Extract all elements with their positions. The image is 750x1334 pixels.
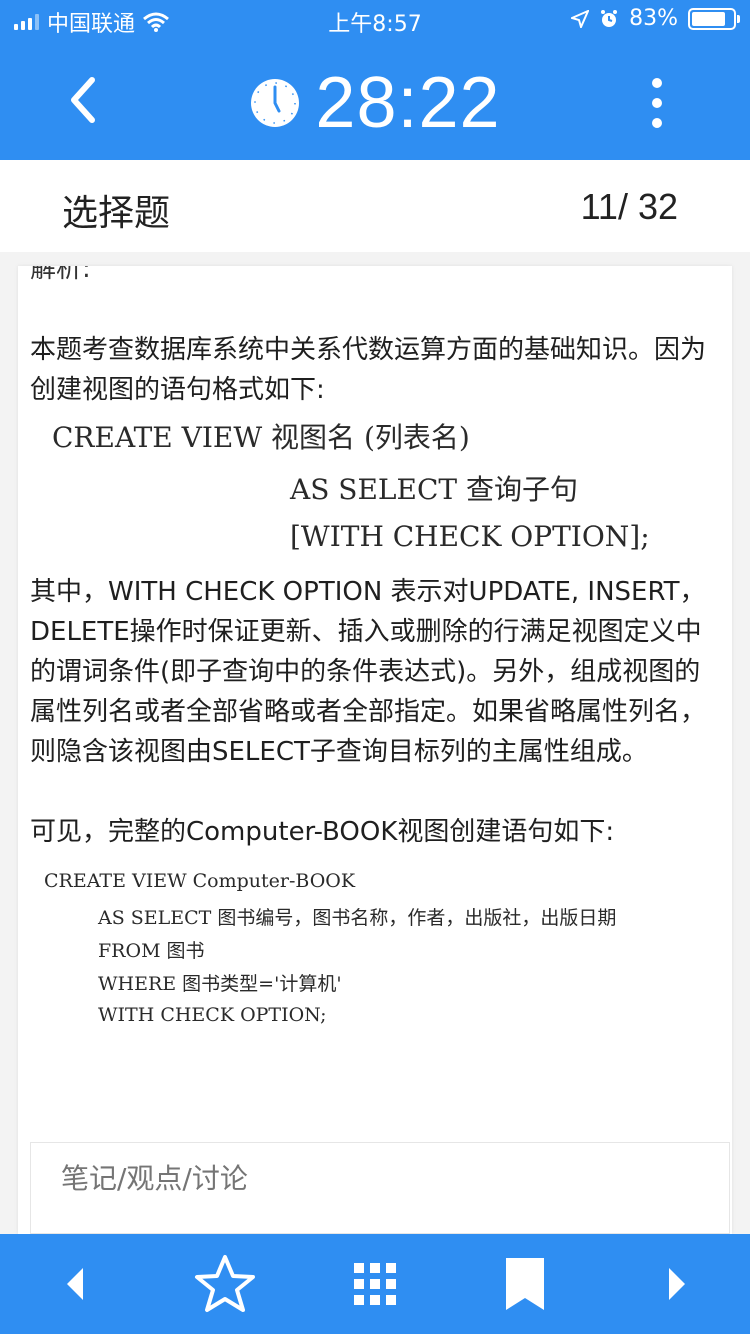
triangle-right-icon <box>669 1268 685 1300</box>
question-counter: 11/ 32 <box>580 186 678 227</box>
bookmark-icon <box>506 1258 544 1310</box>
status-bar: 中国联通 上午8:57 83% <box>0 0 750 40</box>
question-grid-button[interactable] <box>350 1234 400 1334</box>
analysis-paragraph-1: 本题考查数据库系统中关系代数运算方面的基础知识。因为创建视图的语句格式如下: <box>30 335 707 405</box>
example-line-5: WITH CHECK OPTION; <box>98 1004 327 1026</box>
battery-icon <box>688 7 740 30</box>
analysis-paragraph-2: 其中，WITH CHECK OPTION 表示对UPDATE, INSERT，D… <box>30 577 707 767</box>
favorite-button[interactable] <box>190 1234 260 1334</box>
example-line-4: WHERE 图书类型='计算机' <box>98 973 342 995</box>
more-options-button[interactable] <box>642 78 672 128</box>
triangle-left-icon <box>67 1268 83 1300</box>
prev-button[interactable] <box>50 1234 100 1334</box>
notes-box <box>30 1142 730 1234</box>
example-line-3: FROM 图书 <box>98 940 205 962</box>
battery-fill <box>692 11 726 26</box>
location-icon <box>571 9 590 28</box>
grid-icon <box>354 1263 396 1305</box>
clock-icon <box>251 79 300 127</box>
top-bar: 中国联通 上午8:57 83% 28:22 <box>0 0 750 160</box>
syntax-line-1: CREATE VIEW 视图名 (列表名) <box>52 421 470 454</box>
example-line-2: AS SELECT 图书编号，图书名称，作者，出版社，出版日期 <box>98 907 617 929</box>
nav-bar: 28:22 <box>0 40 750 160</box>
notes-input[interactable] <box>31 1143 729 1213</box>
timer-text: 28:22 <box>315 63 501 143</box>
star-icon <box>195 1255 255 1312</box>
analysis-paragraph-3: 可见，完整的Computer-BOOK视图创建语句如下: <box>30 817 615 847</box>
question-header: 选择题 11/ 32 <box>0 160 750 252</box>
syntax-line-2: AS SELECT 查询子句 <box>290 473 578 506</box>
more-vertical-icon <box>652 78 662 88</box>
question-type: 选择题 <box>62 193 171 234</box>
syntax-line-3: [WITH CHECK OPTION]; <box>290 520 650 553</box>
battery-percent: 83% <box>629 6 678 31</box>
analysis-label: 解析: <box>30 266 91 284</box>
status-right: 83% <box>571 6 740 31</box>
bottom-bar <box>0 1234 750 1334</box>
bookmark-button[interactable] <box>500 1234 550 1334</box>
analysis-card: 解析: 本题考查数据库系统中关系代数运算方面的基础知识。因为创建视图的语句格式如… <box>18 266 732 1234</box>
next-button[interactable] <box>652 1234 702 1334</box>
timer: 28:22 <box>0 62 750 144</box>
example-line-1: CREATE VIEW Computer-BOOK <box>44 870 356 892</box>
alarm-icon <box>601 9 618 27</box>
